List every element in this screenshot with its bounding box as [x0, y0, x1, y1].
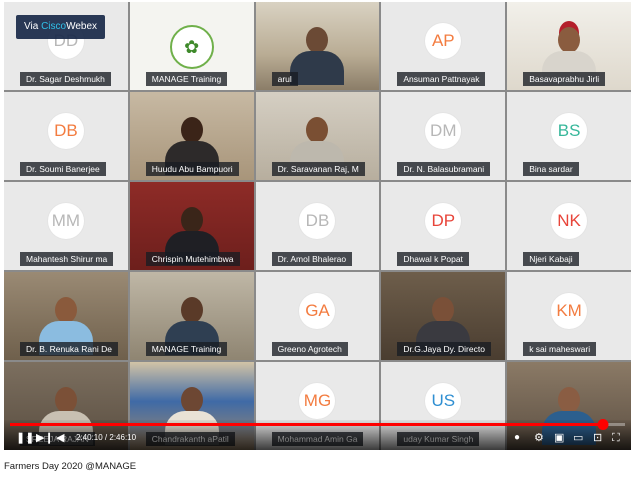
participant-name: Dhawal k Popat: [397, 252, 469, 266]
participant-name: arul: [271, 72, 298, 86]
participant-tile[interactable]: Dr.G.Jaya Dy. Directo: [381, 272, 506, 360]
participant-tile[interactable]: GA Greeno Agrotech: [255, 272, 380, 360]
participant-name: Dr. Sagar Deshmukh: [20, 72, 111, 86]
participant-tile[interactable]: MANAGE Training: [129, 272, 254, 360]
progress-scrubber[interactable]: [597, 419, 609, 430]
participant-name: Chrispin Mutehimbwa: [145, 252, 240, 266]
participant-tile[interactable]: ✿ MANAGE Training: [129, 2, 254, 90]
participant-avatar: KM: [551, 292, 588, 329]
pause-icon[interactable]: ❚❚: [16, 431, 34, 445]
participant-tile[interactable]: DB Dr. Amol Bhalerao: [255, 182, 380, 270]
participant-name: Dr. N. Balasubramani: [397, 162, 491, 176]
miniplayer-icon[interactable]: ▣: [554, 431, 564, 445]
participant-avatar: DM: [425, 112, 462, 149]
participant-tile[interactable]: AP Ansuman Pattnayak: [381, 2, 506, 90]
fullscreen-icon[interactable]: ⛶: [612, 431, 620, 445]
participant-name: MANAGE Training: [145, 72, 228, 86]
participant-tile[interactable]: MM Mahantesh Shirur ma: [4, 182, 128, 270]
participant-tile[interactable]: DP Dhawal k Popat: [381, 182, 506, 270]
participant-name: MANAGE Training: [145, 342, 228, 356]
participant-name: Dr. Saravanan Raj, M: [271, 162, 365, 176]
cast-icon[interactable]: ⊡: [593, 431, 602, 445]
participant-avatar: MM: [47, 202, 84, 239]
participant-name: Huudu Abu Bampuori: [145, 162, 239, 176]
participant-avatar: GA: [299, 292, 336, 329]
participant-avatar: NK: [551, 202, 588, 239]
participant-name: Dr. B. Renuka Rani De: [20, 342, 118, 356]
participant-tile[interactable]: DB Dr. Soumi Banerjee: [4, 92, 128, 180]
participant-name: Bina sardar: [523, 162, 579, 176]
volume-icon[interactable]: ◀: [56, 431, 64, 445]
participant-person: [290, 26, 345, 85]
participant-name: Njeri Kabaji: [523, 252, 579, 266]
time-display: 2:40:10 / 2:46:10: [76, 433, 137, 442]
player-controls: ❚❚ ▶❙ ◀ 2:40:10 / 2:46:10 ● ⚙ ▣ ▭ ⊡ ⛶: [4, 419, 631, 450]
participant-tile[interactable]: DM Dr. N. Balasubramani: [381, 92, 506, 180]
participant-name: Mahantesh Shirur ma: [20, 252, 114, 266]
participant-tile[interactable]: Chrispin Mutehimbwa: [129, 182, 254, 270]
participant-avatar: BS: [551, 112, 588, 149]
participant-tile[interactable]: BS Bina sardar: [507, 92, 631, 180]
participant-tile[interactable]: Dr. Saravanan Raj, M: [255, 92, 380, 180]
participant-tile[interactable]: arul: [255, 2, 380, 90]
participant-avatar: DB: [299, 202, 336, 239]
progress-bar[interactable]: [10, 419, 625, 430]
settings-gear-icon[interactable]: ⚙: [534, 431, 544, 445]
participant-name: k sai maheswari: [523, 342, 597, 356]
video-title: Farmers Day 2020 @MANAGE: [4, 461, 137, 472]
participant-avatar: MG: [299, 382, 336, 419]
participant-avatar: DP: [425, 202, 462, 239]
participant-tile[interactable]: KM k sai maheswari: [507, 272, 631, 360]
participant-name: Dr. Soumi Banerjee: [20, 162, 106, 176]
participant-tile[interactable]: Basavaprabhu Jirli: [507, 2, 631, 90]
autoplay-toggle-icon[interactable]: ●: [514, 431, 520, 445]
manage-logo-icon: ✿: [169, 24, 214, 69]
participant-name: Basavaprabhu Jirli: [523, 72, 606, 86]
participant-tile[interactable]: NK Njeri Kabaji: [507, 182, 631, 270]
webex-badge: Via CiscoWebex: [16, 15, 106, 39]
theater-mode-icon[interactable]: ▭: [573, 431, 583, 445]
participant-avatar: AP: [425, 22, 462, 59]
participant-name: Ansuman Pattnayak: [397, 72, 486, 86]
participant-grid: DD Dr. Sagar Deshmukh ✿ MANAGE Training arul…: [4, 2, 631, 450]
participant-tile[interactable]: Huudu Abu Bampuori: [129, 92, 254, 180]
participant-name: Dr. Amol Bhalerao: [271, 252, 353, 266]
participant-name: Greeno Agrotech: [271, 342, 348, 356]
participant-name: Dr.G.Jaya Dy. Directo: [397, 342, 491, 356]
next-icon[interactable]: ▶❙: [36, 431, 54, 445]
participant-avatar: US: [425, 382, 462, 419]
progress-fill: [10, 423, 603, 426]
participant-avatar: DB: [47, 112, 84, 149]
video-player[interactable]: DD Dr. Sagar Deshmukh ✿ MANAGE Training arul…: [4, 2, 631, 450]
participant-tile[interactable]: Dr. B. Renuka Rani De: [4, 272, 128, 360]
